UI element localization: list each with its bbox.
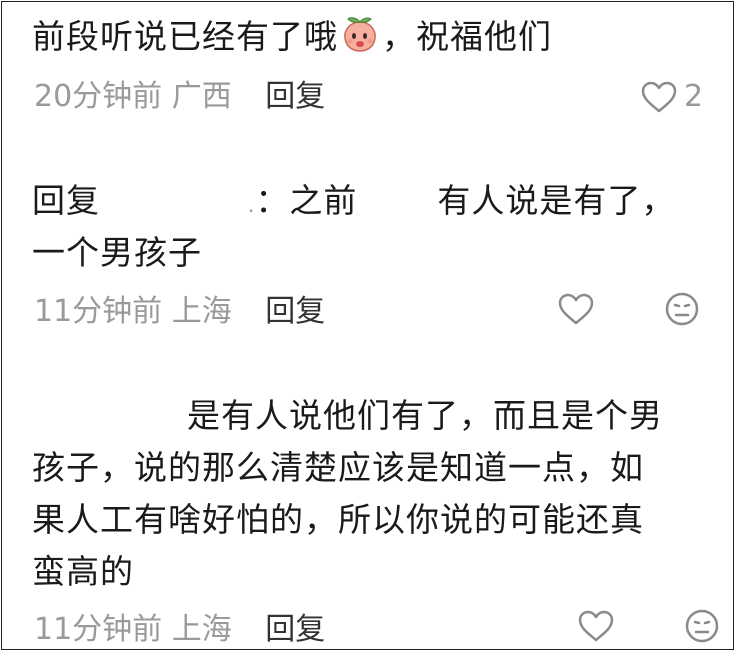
comment-1-text-a: 前段听说已经有了哦: [32, 17, 338, 56]
comment-2-line-2: 一个男孩子: [32, 233, 202, 272]
comment-3-line-4: 蛮高的: [32, 552, 134, 591]
comment-2-text-part2: 有人说是有了，: [437, 181, 676, 220]
comment-1-meta: 20分钟前 广西 回复: [34, 77, 325, 117]
comment-2-reply-prefix: 回复: [32, 181, 100, 220]
comment-list: 前段听说已经有了哦 ，祝福他们 20分钟前 广西 回复 2 回复 .：之前 有人说是…: [1, 1, 734, 650]
comment-1-location: 广西: [171, 79, 232, 114]
heart-icon[interactable]: [557, 292, 595, 326]
comment-2-colon: ：: [255, 181, 290, 220]
heart-icon[interactable]: [577, 609, 615, 643]
comment-3-line-1: 是有人说他们有了，而且是个男: [32, 390, 712, 442]
neutral-face-icon[interactable]: [664, 291, 700, 327]
comment-2-location: 上海: [171, 294, 232, 329]
peach-emoji-icon: [344, 17, 376, 52]
comment-3-meta: 11分钟前 上海 回复: [34, 610, 325, 649]
comment-3-time: 11分钟前: [34, 612, 163, 647]
comment-2-line-1: 回复 .：之前 有人说是有了，: [32, 181, 676, 220]
comment-1-time: 20分钟前: [34, 79, 163, 114]
comment-3-reply-button[interactable]: 回复: [265, 612, 325, 647]
comment-1-reply-button[interactable]: 回复: [265, 79, 325, 114]
comment-1-text-b: ，祝福他们: [382, 17, 552, 56]
comment-1-like-count: 2: [684, 79, 704, 114]
comment-2-meta: 11分钟前 上海 回复: [34, 292, 325, 332]
comment-2-reply-button[interactable]: 回复: [265, 294, 325, 329]
comment-3-location: 上海: [171, 612, 232, 647]
comment-3-line-1-text: 是有人说他们有了，而且是个男: [187, 396, 663, 435]
heart-icon[interactable]: [640, 80, 678, 114]
comment-2-text: 回复 .：之前 有人说是有了， 一个男孩子: [32, 177, 712, 277]
comment-2-time: 11分钟前: [34, 294, 163, 329]
comment-3-line-2: 孩子，说的那么清楚应该是知道一点，如: [32, 448, 644, 487]
comment-3-text: 是有人说他们有了，而且是个男 孩子，说的那么清楚应该是知道一点，如 果人工有啥好…: [32, 390, 712, 598]
comment-1-text: 前段听说已经有了哦 ，祝福他们: [32, 14, 712, 60]
neutral-face-icon[interactable]: [684, 608, 720, 644]
comment-3-line-3: 果人工有啥好怕的，所以你说的可能还真: [32, 500, 644, 539]
comment-2-text-part1: 之前: [289, 181, 358, 220]
